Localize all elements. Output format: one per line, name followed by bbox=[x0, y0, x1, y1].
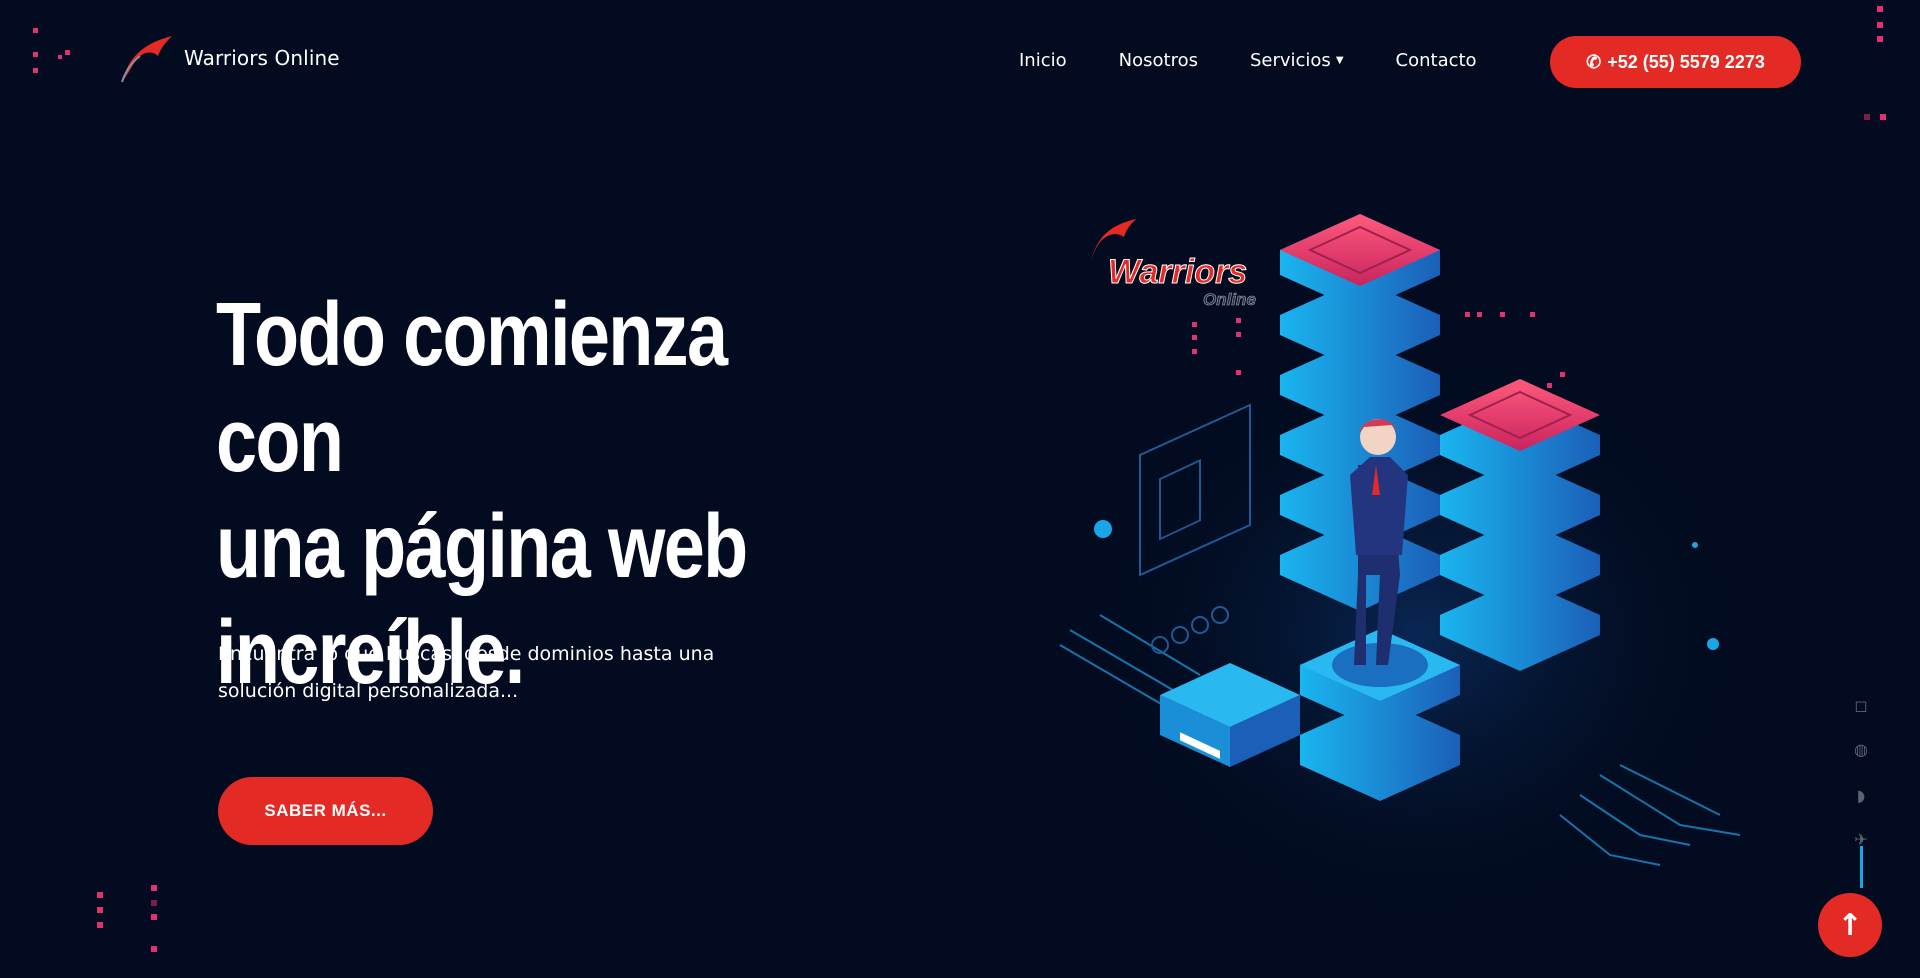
illustration-logo-word: Online bbox=[1203, 290, 1256, 309]
logo-helmet-icon bbox=[121, 36, 172, 83]
hero-subtitle-line: Encuentra lo que buscas, desde dominios … bbox=[218, 643, 715, 665]
scroll-to-top-button[interactable]: ↑ bbox=[1818, 893, 1882, 957]
site-header: Warriors Online Inicio Nosotros Servicio… bbox=[0, 0, 1920, 125]
hero-subtitle: Encuentra lo que buscas, desde dominios … bbox=[218, 636, 738, 710]
nav-item-contacto[interactable]: Contacto bbox=[1396, 50, 1477, 71]
warriors-online-illustration-logo: Warriors Online bbox=[1090, 219, 1256, 309]
social-divider-line bbox=[1860, 846, 1863, 888]
main-nav: Inicio Nosotros Servicios ▼ Contacto bbox=[1019, 50, 1529, 71]
phone-button[interactable]: ✆ +52 (55) 5579 2273 bbox=[1550, 36, 1801, 88]
nav-label: Contacto bbox=[1395, 50, 1477, 71]
globe-icon[interactable]: ◍ bbox=[1850, 738, 1872, 760]
hero-title-line: una página web bbox=[216, 497, 748, 597]
instagram-icon[interactable]: ◻ bbox=[1850, 694, 1872, 716]
brand-logo[interactable]: Warriors Online bbox=[118, 30, 340, 86]
hero-title-line: Todo comienza con bbox=[216, 285, 728, 491]
nav-label: Inicio bbox=[1019, 50, 1067, 71]
nav-label: Servicios bbox=[1249, 50, 1331, 71]
illustration-logo-word: Warriors bbox=[1108, 253, 1247, 291]
server-stack-right bbox=[1440, 379, 1600, 671]
brand-name: Warriors Online bbox=[184, 46, 340, 70]
blue-dot bbox=[1707, 638, 1719, 650]
arrow-up-icon: ↑ bbox=[1837, 907, 1863, 943]
nav-item-inicio[interactable]: Inicio bbox=[1019, 50, 1067, 71]
phone-number: +52 (55) 5579 2273 bbox=[1607, 51, 1765, 72]
nav-item-servicios[interactable]: Servicios ▼ bbox=[1250, 50, 1344, 71]
blue-dot bbox=[1094, 520, 1112, 538]
nav-item-nosotros[interactable]: Nosotros bbox=[1119, 50, 1198, 71]
spartan-helmet-icon[interactable]: ◗ bbox=[1850, 784, 1872, 806]
saber-mas-button[interactable]: SABER MÁS... bbox=[218, 777, 433, 845]
chevron-down-icon: ▼ bbox=[1335, 55, 1344, 66]
nav-label: Nosotros bbox=[1118, 50, 1198, 71]
phone-icon: ✆ bbox=[1586, 51, 1602, 72]
hero-subtitle-line: solución digital personalizada... bbox=[218, 680, 519, 702]
server-illustration: Warriors Online bbox=[1059, 214, 1760, 935]
